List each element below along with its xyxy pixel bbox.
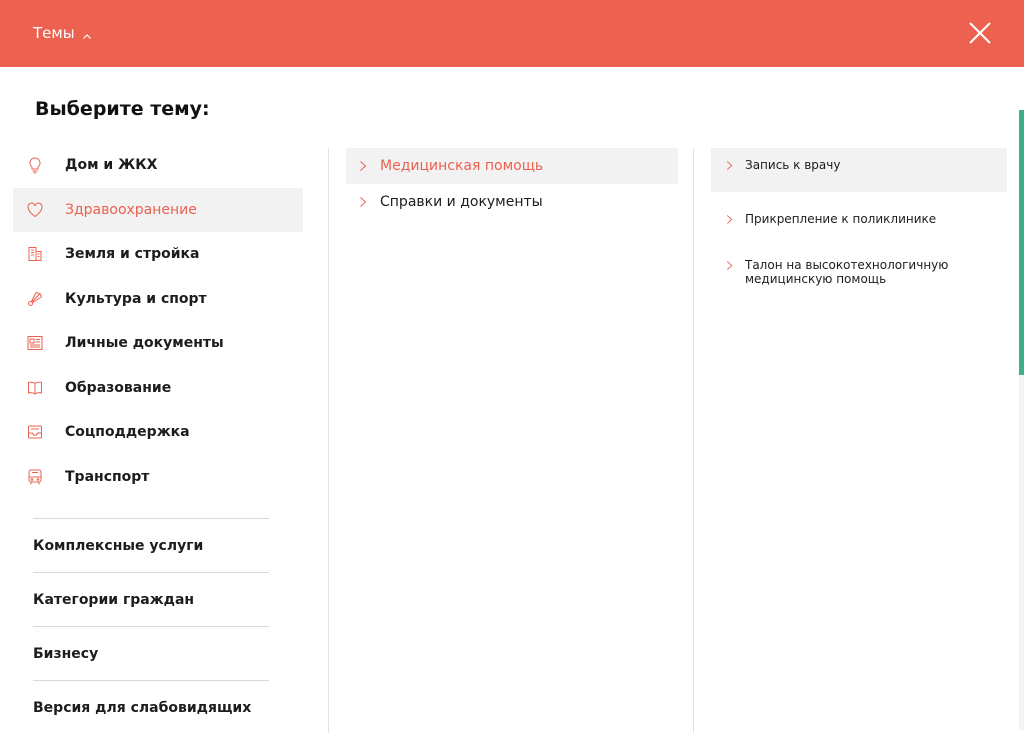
chevron-right-icon (726, 261, 733, 270)
category-item-healthcare[interactable]: Здравоохранение (13, 187, 303, 232)
category-label: Личные документы (65, 335, 224, 352)
book-icon (25, 378, 45, 398)
service-label: Талон на высокотехнологичную медицинскую… (745, 258, 949, 286)
close-icon (969, 22, 991, 44)
category-item-social[interactable]: Соцподдержка (13, 410, 303, 455)
business-link[interactable]: Бизнесу (33, 626, 269, 680)
chevron-right-icon (726, 161, 733, 170)
subcategory-list: Медицинская помощь Справки и документы (346, 148, 678, 220)
category-item-education[interactable]: Образование (13, 366, 303, 411)
category-label: Транспорт (65, 468, 150, 485)
category-label: Дом и ЖКХ (65, 157, 158, 174)
edge-strip (1019, 375, 1024, 730)
chevron-right-icon (360, 161, 367, 171)
subcategory-item-certificates[interactable]: Справки и документы (346, 184, 678, 220)
lightbulb-icon (25, 155, 45, 175)
service-list: Запись к врачу Прикрепление к поликлиник… (711, 148, 1007, 286)
heart-icon (25, 200, 45, 220)
complex-services-link[interactable]: Комплексные услуги (33, 518, 269, 572)
category-label: Здравоохранение (65, 201, 197, 218)
column-divider (693, 148, 694, 733)
subcategory-item-medical-care[interactable]: Медицинская помощь (346, 148, 678, 184)
category-list: Дом и ЖКХ Здравоохранение Земля и стройк… (13, 143, 303, 499)
chevron-right-icon (360, 197, 367, 207)
category-item-land[interactable]: Земля и стройка (13, 232, 303, 277)
column-divider (328, 148, 329, 733)
chevron-up-icon (82, 28, 92, 39)
citizen-categories-link[interactable]: Категории граждан (33, 572, 269, 626)
accessibility-version-link[interactable]: Версия для слабовидящих (33, 680, 269, 733)
category-item-culture[interactable]: Культура и спорт (13, 277, 303, 322)
category-label: Культура и спорт (65, 290, 207, 307)
close-button[interactable] (966, 19, 994, 47)
category-item-transport[interactable]: Транспорт (13, 455, 303, 500)
subcategory-label: Медицинская помощь (380, 158, 544, 174)
category-label: Земля и стройка (65, 246, 200, 263)
document-icon (25, 333, 45, 353)
page-title: Выберите тему: (35, 98, 210, 120)
subcategory-label: Справки и документы (380, 194, 543, 210)
edge-strip (1019, 110, 1024, 375)
category-item-documents[interactable]: Личные документы (13, 321, 303, 366)
building-icon (25, 244, 45, 264)
chevron-right-icon (726, 215, 733, 224)
category-label: Соцподдержка (65, 424, 190, 441)
top-bar: Темы (0, 0, 1024, 67)
service-item-clinic-attachment[interactable]: Прикрепление к поликлинике (711, 212, 1007, 226)
category-label: Образование (65, 379, 172, 396)
service-label: Прикрепление к поликлинике (745, 212, 937, 226)
topics-menu-label: Темы (33, 24, 75, 42)
bus-icon (25, 467, 45, 487)
inbox-icon (25, 422, 45, 442)
topics-menu-toggle[interactable]: Темы (33, 23, 92, 43)
extra-links: Комплексные услуги Категории граждан Биз… (33, 518, 269, 733)
service-label: Запись к врачу (745, 158, 841, 172)
service-item-hitech-care-voucher[interactable]: Талон на высокотехнологичную медицинскую… (711, 258, 1007, 286)
service-item-doctor-appointment[interactable]: Запись к врачу (711, 148, 1007, 192)
shuttlecock-icon (25, 289, 45, 309)
category-item-housing[interactable]: Дом и ЖКХ (13, 143, 303, 188)
